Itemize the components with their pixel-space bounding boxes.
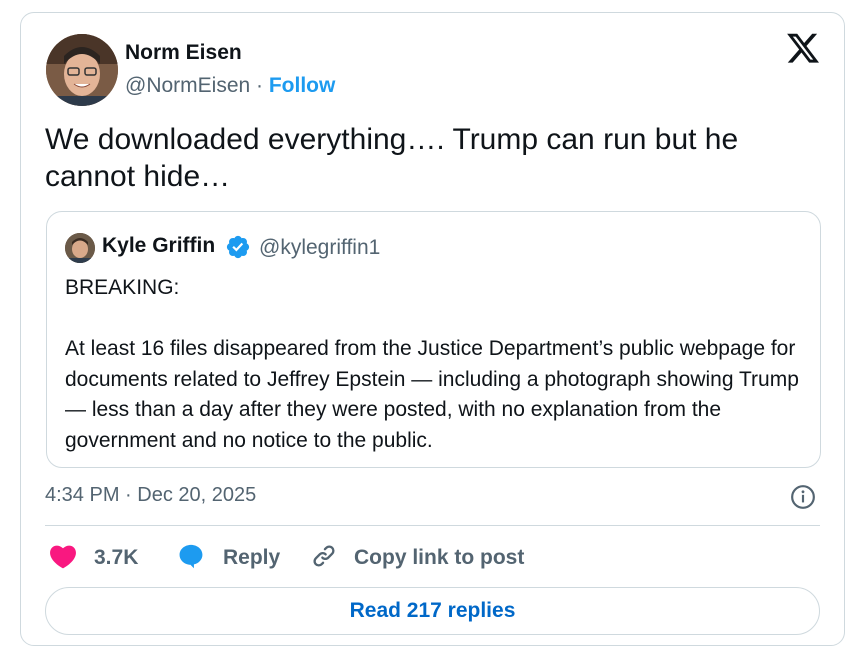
tweet-card: Norm Eisen @NormEisen · Follow We downlo… — [20, 12, 845, 646]
like-button[interactable]: 3.7K — [49, 541, 138, 575]
quoted-author-handle[interactable]: @kylegriffin1 — [259, 236, 380, 260]
reply-label: Reply — [223, 546, 281, 569]
follow-button[interactable]: Follow — [269, 74, 336, 97]
author-name[interactable]: Norm Eisen — [125, 41, 242, 65]
heart-icon — [49, 543, 77, 574]
quoted-author-avatar[interactable] — [65, 233, 95, 263]
meta-separator: · — [250, 74, 269, 97]
copy-link-button[interactable]: Copy link to post — [310, 541, 524, 575]
copy-link-label: Copy link to post — [354, 546, 525, 569]
author-handle[interactable]: @NormEisen — [125, 74, 250, 97]
verified-badge-icon — [225, 234, 251, 260]
x-logo-icon[interactable] — [785, 33, 821, 67]
tweet-timestamp[interactable]: 4:34 PM · Dec 20, 2025 — [45, 484, 256, 507]
author-avatar[interactable] — [46, 34, 118, 106]
quoted-author-name[interactable]: Kyle Griffin — [102, 234, 215, 258]
author-meta: @NormEisen · Follow — [125, 74, 335, 98]
quoted-tweet[interactable]: Kyle Griffin @kylegriffin1 BREAKING: At … — [46, 211, 821, 468]
link-icon — [310, 542, 338, 575]
divider — [45, 525, 820, 526]
reply-button[interactable]: Reply — [177, 541, 280, 575]
action-bar: 3.7K Reply Copy link to post — [45, 541, 820, 575]
like-count: 3.7K — [94, 546, 139, 569]
read-replies-label: Read 217 replies — [349, 599, 516, 622]
read-replies-button[interactable]: Read 217 replies — [45, 587, 820, 635]
tweet-text: We downloaded everything…. Trump can run… — [45, 123, 739, 193]
reply-bubble-icon — [177, 542, 205, 575]
quoted-tweet-text: BREAKING: At least 16 files disappeared … — [65, 276, 799, 452]
info-icon[interactable] — [790, 484, 816, 510]
